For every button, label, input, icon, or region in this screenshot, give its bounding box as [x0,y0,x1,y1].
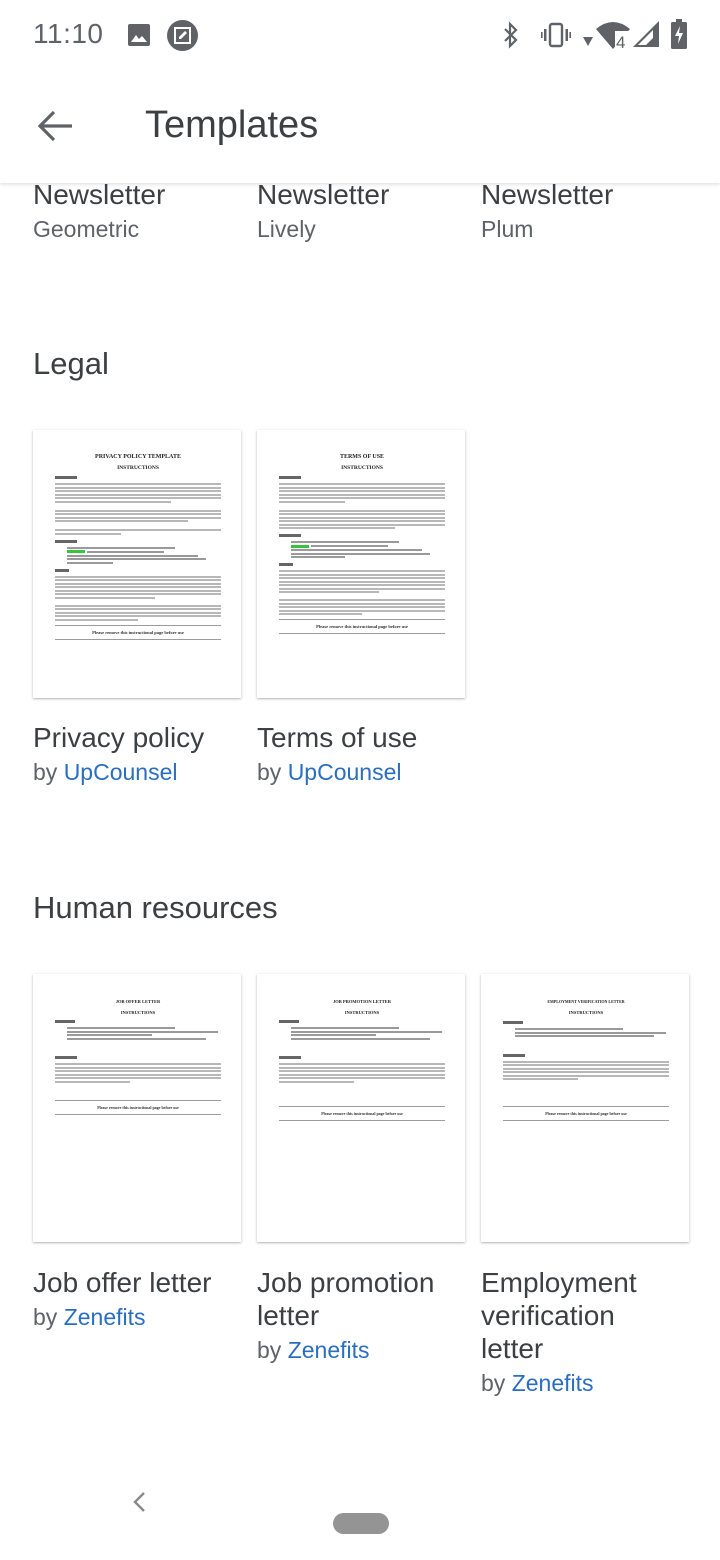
wifi-icon: 4 [596,21,630,54]
thumb-heading: TERMS OF USE [339,454,385,460]
template-title: Employment verification letter [481,1267,637,1364]
template-newsletter-geometric[interactable]: Newsletter Geometric [33,183,243,246]
thumb-heading: JOB PROMOTION LETTER [332,999,391,1004]
template-author: by Zenefits [481,1370,594,1396]
template-thumbnail-employment-verification-letter[interactable]: EMPLOYMENT VERIFICATION LETTER INSTRUCTI… [481,974,689,1242]
thumb-subheading: INSTRUCTIONS [344,1010,380,1015]
thumb-note: Please remove this instructional page be… [97,1105,179,1110]
template-subtitle: Lively [257,216,316,242]
vibrate-icon [541,22,571,53]
app-bar: Templates [0,72,720,183]
thumb-heading: EMPLOYMENT VERIFICATION LETTER [547,999,625,1004]
status-time: 11:10 [33,18,104,49]
template-newsletter-lively[interactable]: Newsletter Lively [257,183,467,246]
nav-back-button[interactable] [128,1487,152,1517]
page-title: Templates [145,104,319,146]
nav-back-chevron-icon [128,1492,152,1521]
thumb-subheading: INSTRUCTIONS [341,465,383,471]
template-title: Newsletter [33,183,166,210]
image-icon [127,23,151,52]
template-title: Terms of use [257,722,418,753]
template-gallery: Newsletter Geometric Newsletter Lively N… [0,183,720,1473]
wifi-activity-icon [583,33,593,51]
back-button[interactable] [30,102,82,154]
template-thumbnail-terms-of-use[interactable]: TERMS OF USE INSTRUCTIONS Please remove … [257,430,465,698]
template-title: Newsletter [257,183,390,210]
bluetooth-icon [502,21,520,54]
thumb-note: Please remove this instructional page be… [92,629,184,635]
screenshot-edit-icon [167,20,198,56]
template-title: Job promotion letter [257,1267,435,1331]
battery-charging-icon [671,19,687,54]
template-terms-of-use[interactable]: Terms of use by UpCounsel [257,721,467,789]
svg-text:4: 4 [616,33,625,49]
thumb-note: Please remove this instructional page be… [545,1110,627,1116]
arrow-left-icon [37,110,74,147]
section-title-legal: Legal [33,346,109,381]
signal-icon [633,21,659,52]
template-author: by Zenefits [33,1304,146,1330]
author-link[interactable]: Zenefits [64,1304,146,1330]
template-job-offer-letter[interactable]: Job offer letter by Zenefits [33,1266,243,1334]
home-pill-icon[interactable] [333,1513,389,1534]
template-title: Newsletter [481,183,614,210]
thumb-subheading: INSTRUCTIONS [117,465,159,471]
thumb-note: Please remove this instructional page be… [316,624,408,629]
author-link[interactable]: UpCounsel [288,759,402,785]
template-author: by UpCounsel [257,759,402,785]
template-title: Privacy policy [33,722,205,753]
status-bar: 11:10 4 [0,0,720,72]
template-job-promotion-letter[interactable]: Job promotion letter by Zenefits [257,1266,467,1367]
template-author: by UpCounsel [33,759,178,785]
thumb-subheading: INSTRUCTIONS [120,1010,156,1015]
section-title-human-resources: Human resources [33,890,278,925]
template-newsletter-plum[interactable]: Newsletter Plum [481,183,691,246]
author-link[interactable]: Zenefits [288,1337,370,1363]
template-title: Job offer letter [33,1267,212,1298]
template-thumbnail-privacy-policy[interactable]: PRIVACY POLICY TEMPLATE INSTRUCTIONS Ple… [33,430,241,698]
thumb-heading: PRIVACY POLICY TEMPLATE [95,454,181,460]
template-author: by Zenefits [257,1337,370,1363]
author-link[interactable]: UpCounsel [64,759,178,785]
template-thumbnail-job-offer-letter[interactable]: JOB OFFER LETTER INSTRUCTIONS Please rem… [33,974,241,1242]
template-subtitle: Geometric [33,216,140,242]
template-employment-verification-letter[interactable]: Employment verification letter by Zenefi… [481,1266,691,1400]
template-thumbnail-job-promotion-letter[interactable]: JOB PROMOTION LETTER INSTRUCTIONS Please… [257,974,465,1242]
template-privacy-policy[interactable]: Privacy policy by UpCounsel [33,721,243,789]
author-link[interactable]: Zenefits [512,1370,594,1396]
template-subtitle: Plum [481,216,534,242]
thumb-subheading: INSTRUCTIONS [568,1010,604,1015]
thumb-note: Please remove this instructional page be… [321,1111,403,1116]
system-nav-bar [0,1473,720,1560]
thumb-heading: JOB OFFER LETTER [115,999,161,1004]
